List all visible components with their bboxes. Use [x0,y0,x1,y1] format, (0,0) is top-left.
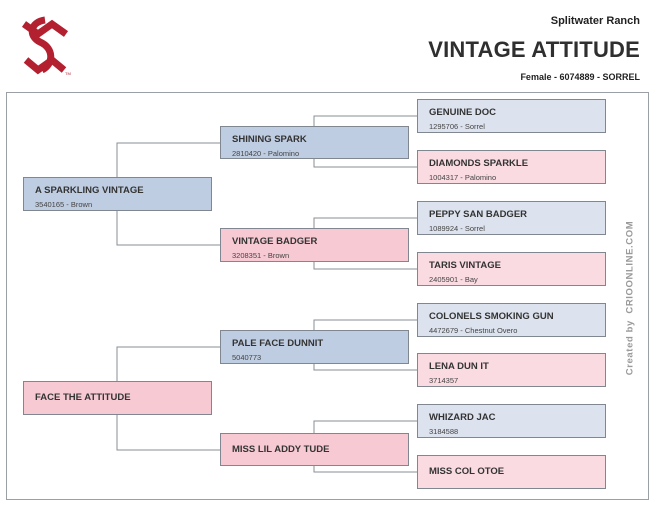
dam-sire-box: PALE FACE DUNNIT 5040773 [220,330,409,364]
ranch-logo-icon: TM [21,16,71,76]
great-grandparent-box: COLONELS SMOKING GUN 4472679 - Chestnut … [417,303,606,337]
great-grandparent-box: PEPPY SAN BADGER 1089924 - Sorrel [417,201,606,235]
horse-name-title: VINTAGE ATTITUDE [428,37,640,62]
great-grandparent-name: COLONELS SMOKING GUN [429,311,554,322]
sire-info: 3540165 - Brown [35,200,93,209]
great-grandparent-name: DIAMONDS SPARKLE [429,158,529,169]
great-grandparent-info: 4472679 - Chestnut Overo [429,326,518,335]
great-grandparent-name: MISS COL OTOE [429,466,505,477]
great-grandparent-info: 2405901 - Bay [429,275,478,284]
great-grandparent-box: WHIZARD JAC 3184588 [417,404,606,438]
sire-sire-info: 2810420 - Palomino [232,149,300,158]
sire-dam-box: VINTAGE BADGER 3208351 - Brown [220,228,409,262]
great-grandparent-info: 1089924 - Sorrel [429,224,485,233]
sire-name: A SPARKLING VINTAGE [35,185,144,196]
great-grandparent-box: LENA DUN IT 3714357 [417,353,606,387]
sire-dam-info: 3208351 - Brown [232,251,290,260]
sire-sire-name: SHINING SPARK [232,134,307,145]
sire-box: A SPARKLING VINTAGE 3540165 - Brown [23,177,212,211]
horse-details: Female - 6074889 - SORREL [520,72,640,82]
great-grandparent-name: WHIZARD JAC [429,412,496,423]
sire-dam-name: VINTAGE BADGER [232,236,318,247]
dam-sire-name: PALE FACE DUNNIT [232,338,324,349]
credit-prefix: Created by [624,320,636,376]
credit-site: CRIOONLINE.COM [624,220,636,314]
great-grandparent-info: 3184588 [429,427,459,436]
ranch-name: Splitwater Ranch [550,15,640,27]
great-grandparent-info: 1295706 - Sorrel [429,122,485,131]
great-grandparent-box: GENUINE DOC 1295706 - Sorrel [417,99,606,133]
great-grandparent-name: TARIS VINTAGE [429,260,501,271]
dam-name: FACE THE ATTITUDE [35,392,131,403]
great-grandparent-info: 1004317 - Palomino [429,173,497,182]
dam-box: FACE THE ATTITUDE [23,381,212,415]
great-grandparent-box: TARIS VINTAGE 2405901 - Bay [417,252,606,286]
svg-text:TM: TM [65,71,71,76]
great-grandparent-info: 3714357 [429,376,459,385]
great-grandparent-box: DIAMONDS SPARKLE 1004317 - Palomino [417,150,606,184]
sire-sire-box: SHINING SPARK 2810420 - Palomino [220,126,409,159]
dam-sire-info: 5040773 [232,353,262,362]
credit-watermark: Created by CRIOONLINE.COM [625,221,636,375]
great-grandparent-name: PEPPY SAN BADGER [429,209,528,220]
dam-dam-box: MISS LIL ADDY TUDE [220,433,409,466]
great-grandparent-name: GENUINE DOC [429,107,497,118]
great-grandparent-name: LENA DUN IT [429,361,489,372]
dam-dam-name: MISS LIL ADDY TUDE [232,443,330,455]
great-grandparent-box: MISS COL OTOE [417,455,606,489]
